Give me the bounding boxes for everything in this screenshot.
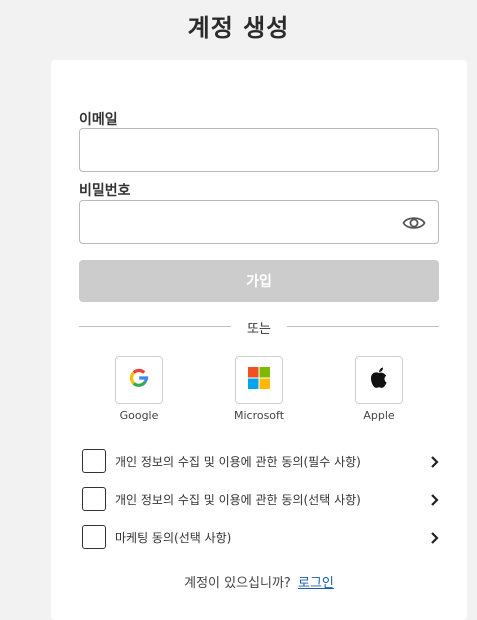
consent-label: 마케팅 동의(선택 사항) bbox=[115, 530, 232, 545]
microsoft-signin-button[interactable] bbox=[235, 356, 283, 404]
social-label: Apple bbox=[363, 409, 395, 422]
email-label: 이메일 bbox=[79, 112, 118, 128]
chevron-right-icon[interactable] bbox=[428, 454, 442, 468]
consent-checkbox[interactable] bbox=[82, 487, 106, 511]
password-field[interactable] bbox=[79, 200, 439, 244]
email-field[interactable] bbox=[79, 128, 439, 172]
consent-optional-privacy[interactable]: 개인 정보의 수집 및 이용에 관한 동의(선택 사항) bbox=[82, 486, 442, 512]
signup-card: 이메일 비밀번호 가입 또는 Google Microsoft Apple 개인… bbox=[51, 60, 467, 620]
social-google: Google bbox=[99, 356, 179, 422]
chevron-right-icon[interactable] bbox=[428, 530, 442, 544]
eye-icon[interactable] bbox=[402, 211, 426, 235]
social-apple: Apple bbox=[339, 356, 419, 422]
divider-text: 또는 bbox=[247, 322, 271, 337]
consent-marketing[interactable]: 마케팅 동의(선택 사항) bbox=[82, 524, 442, 550]
social-microsoft: Microsoft bbox=[219, 356, 299, 422]
signup-button[interactable]: 가입 bbox=[79, 260, 439, 302]
consent-checkbox[interactable] bbox=[82, 525, 106, 549]
google-logo-icon bbox=[127, 366, 151, 394]
google-signin-button[interactable] bbox=[115, 356, 163, 404]
consent-required-privacy[interactable]: 개인 정보의 수집 및 이용에 관한 동의(필수 사항) bbox=[82, 448, 442, 474]
chevron-right-icon[interactable] bbox=[428, 492, 442, 506]
divider-line-left bbox=[79, 326, 231, 327]
consent-label: 개인 정보의 수집 및 이용에 관한 동의(선택 사항) bbox=[115, 492, 361, 507]
login-link[interactable]: 로그인 bbox=[298, 576, 334, 591]
consent-label: 개인 정보의 수집 및 이용에 관한 동의(필수 사항) bbox=[115, 454, 361, 469]
divider-line-right bbox=[287, 326, 439, 327]
apple-signin-button[interactable] bbox=[355, 356, 403, 404]
social-label: Google bbox=[119, 409, 159, 422]
consent-checkbox[interactable] bbox=[82, 449, 106, 473]
social-label: Microsoft bbox=[233, 409, 285, 422]
password-label: 비밀번호 bbox=[79, 183, 131, 199]
apple-logo-icon bbox=[368, 366, 390, 394]
login-prompt: 계정이 있으십니까? 로그인 bbox=[51, 572, 467, 591]
page-title: 계정 생성 bbox=[187, 14, 290, 42]
microsoft-logo-icon bbox=[247, 366, 271, 394]
login-prompt-text: 계정이 있으십니까? bbox=[184, 576, 291, 591]
